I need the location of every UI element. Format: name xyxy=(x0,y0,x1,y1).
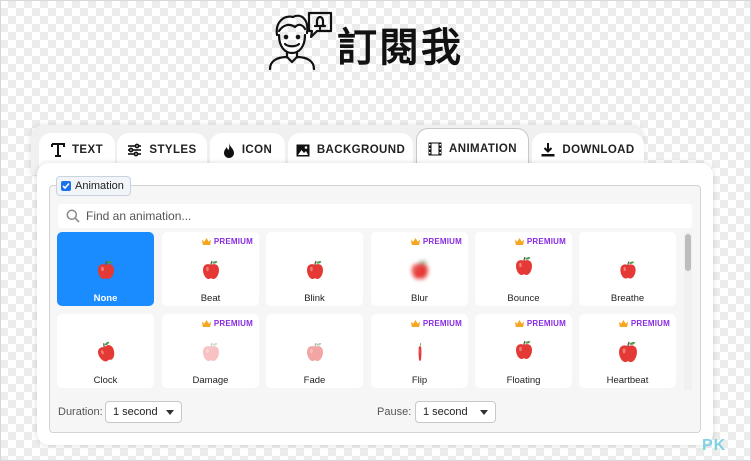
tab-animation-label: ANIMATION xyxy=(449,142,517,155)
duration-select[interactable]: 1 second xyxy=(105,401,182,423)
animation-option[interactable]: PREMIUM Bounce xyxy=(475,232,572,306)
premium-badge-label: PREMIUM xyxy=(422,237,462,246)
flame-icon xyxy=(223,142,234,158)
premium-badge: PREMIUM xyxy=(514,237,566,246)
crown-icon xyxy=(514,320,524,327)
animation-option[interactable]: PREMIUM Blur xyxy=(371,232,468,306)
animation-option[interactable]: PREMIUM Damage xyxy=(162,314,259,388)
sliders-icon xyxy=(128,143,142,157)
image-icon xyxy=(296,144,310,156)
premium-badge-label: PREMIUM xyxy=(422,319,462,328)
duration-value: 1 second xyxy=(113,406,158,418)
animation-option[interactable]: PREMIUM Floating xyxy=(475,314,572,388)
search-icon xyxy=(66,209,80,223)
animation-option[interactable]: Breathe xyxy=(579,232,676,306)
premium-badge-label: PREMIUM xyxy=(213,319,253,328)
apple-icon xyxy=(203,260,219,279)
pause-select[interactable]: 1 second xyxy=(415,401,496,423)
text-icon xyxy=(51,143,65,157)
animation-option-label: Blur xyxy=(411,293,428,304)
premium-badge-label: PREMIUM xyxy=(630,319,670,328)
caret-down-icon xyxy=(166,409,174,415)
animation-option[interactable]: Fade xyxy=(266,314,363,388)
animation-option[interactable]: Clock xyxy=(57,314,154,388)
logo-text: 訂閱我 xyxy=(337,24,463,71)
pause-value: 1 second xyxy=(423,406,468,418)
watermark: PK xyxy=(702,437,727,454)
animation-option[interactable]: None xyxy=(57,232,154,306)
animation-toggle-label: Animation xyxy=(75,180,124,192)
animation-option-label: Flip xyxy=(411,375,428,386)
tab-styles-label: STYLES xyxy=(149,144,197,156)
crown-icon xyxy=(410,320,420,327)
animation-search[interactable] xyxy=(58,204,692,228)
animation-option-label: Floating xyxy=(506,375,541,386)
duration-label: Duration: xyxy=(58,406,103,418)
download-icon xyxy=(541,143,555,157)
tab-icon[interactable]: ICON xyxy=(210,133,285,167)
animation-option-label: Beat xyxy=(200,293,221,304)
animation-option-label: Clock xyxy=(93,375,118,386)
check-icon xyxy=(62,182,70,190)
crown-icon xyxy=(618,320,628,327)
apple-icon xyxy=(412,260,428,279)
caret-down-icon xyxy=(480,409,488,415)
apple-icon xyxy=(418,342,422,361)
tab-animation[interactable]: ANIMATION xyxy=(416,128,529,168)
crown-icon xyxy=(410,238,420,245)
apple-icon xyxy=(620,261,636,279)
film-icon xyxy=(428,142,442,155)
premium-badge-label: PREMIUM xyxy=(526,319,566,328)
animation-option-label: Blink xyxy=(304,293,325,304)
animation-option-label: None xyxy=(93,293,118,304)
animation-option[interactable]: PREMIUM Beat xyxy=(162,232,259,306)
premium-badge: PREMIUM xyxy=(201,319,253,328)
crown-icon xyxy=(201,238,211,245)
tab-styles[interactable]: STYLES xyxy=(117,133,207,167)
animation-toggle[interactable]: Animation xyxy=(56,176,131,196)
animation-grid: None PREMIUM Beat Blink PREMIUM Blur PREMIUM Bo… xyxy=(57,232,677,390)
apple-icon xyxy=(203,342,219,361)
premium-badge-label: PREMIUM xyxy=(213,237,253,246)
search-input[interactable] xyxy=(86,209,646,223)
apple-icon xyxy=(619,341,637,363)
apple-icon xyxy=(516,256,532,275)
premium-badge-label: PREMIUM xyxy=(526,237,566,246)
premium-badge: PREMIUM xyxy=(618,319,670,328)
animation-option-label: Fade xyxy=(303,375,326,386)
apple-icon xyxy=(516,340,532,359)
avatar-bell-icon xyxy=(268,11,333,71)
apple-icon xyxy=(307,342,323,361)
premium-badge: PREMIUM xyxy=(201,237,253,246)
tab-text-label: TEXT xyxy=(72,144,103,156)
tab-download-label: DOWNLOAD xyxy=(562,144,635,156)
tab-icon-label: ICON xyxy=(241,144,273,156)
animation-option[interactable]: Blink xyxy=(266,232,363,306)
pause-label: Pause: xyxy=(377,406,412,418)
animation-option-label: Bounce xyxy=(507,293,540,304)
premium-badge: PREMIUM xyxy=(410,319,462,328)
animation-option-label: Breathe xyxy=(610,293,645,304)
tab-download[interactable]: DOWNLOAD xyxy=(532,133,644,167)
apple-icon xyxy=(97,341,115,362)
crown-icon xyxy=(514,238,524,245)
tab-text[interactable]: TEXT xyxy=(39,133,115,167)
apple-icon xyxy=(307,260,323,279)
tab-background-label: BACKGROUND xyxy=(316,144,406,156)
apple-icon xyxy=(98,260,114,279)
premium-badge: PREMIUM xyxy=(410,237,462,246)
animation-option[interactable]: PREMIUM Heartbeat xyxy=(579,314,676,388)
crown-icon xyxy=(201,320,211,327)
animation-checkbox[interactable] xyxy=(61,181,71,191)
premium-badge: PREMIUM xyxy=(514,319,566,328)
animation-option-label: Heartbeat xyxy=(606,375,649,386)
animation-option-label: Damage xyxy=(192,375,229,386)
logo: 訂閱我 xyxy=(267,9,487,71)
animation-option[interactable]: PREMIUM Flip xyxy=(371,314,468,388)
scrollbar-thumb[interactable] xyxy=(685,234,691,271)
tab-background[interactable]: BACKGROUND xyxy=(288,133,413,167)
